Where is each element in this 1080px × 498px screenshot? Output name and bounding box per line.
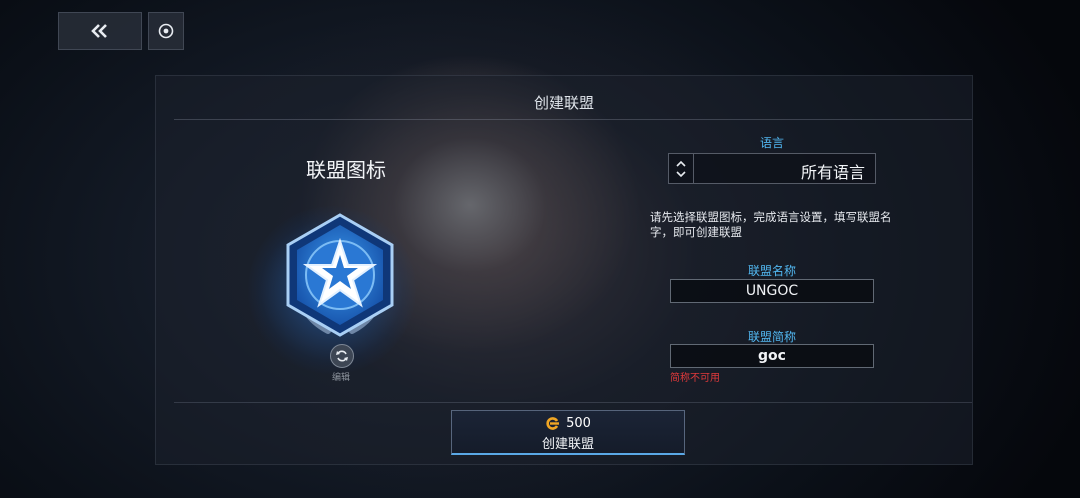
divider (174, 119, 972, 120)
instruction-text: 请先选择联盟图标，完成语言设置，填写联盟名字，即可创建联盟 (650, 210, 892, 239)
create-alliance-panel: 创建联盟 联盟图标 编辑 语言 所有语言 请先选择联盟图标，完成语言设置，填写联… (155, 75, 973, 465)
screen: 创建联盟 联盟图标 编辑 语言 所有语言 请先选择联盟图标，完成语言设置，填写联… (0, 0, 1080, 498)
target-icon (158, 23, 174, 39)
edit-emblem-button[interactable] (330, 344, 354, 368)
create-button-label: 创建联盟 (541, 437, 594, 452)
alliance-abbr-input[interactable] (670, 344, 874, 368)
language-select[interactable]: 所有语言 (668, 153, 876, 184)
alliance-name-label: 联盟名称 (747, 264, 796, 278)
coin-icon (546, 417, 560, 430)
create-alliance-button[interactable]: 500 创建联盟 (451, 410, 685, 455)
language-value: 所有语言 (800, 163, 865, 182)
refresh-icon (336, 350, 348, 362)
abbr-error-text: 简称不可用 (670, 373, 720, 384)
cost-row: 500 (452, 416, 684, 431)
recenter-button[interactable] (148, 12, 184, 50)
language-label: 语言 (759, 136, 784, 150)
alliance-emblem-icon[interactable] (270, 207, 410, 347)
divider (174, 402, 972, 403)
alliance-abbr-label: 联盟简称 (747, 330, 796, 344)
up-down-arrows-icon (669, 154, 694, 183)
emblem-title: 联盟图标 (306, 158, 386, 182)
double-chevron-left-icon (91, 24, 107, 38)
back-button[interactable] (58, 12, 142, 50)
alliance-name-input[interactable] (670, 279, 874, 303)
edit-label: 编辑 (331, 373, 350, 383)
cost-value: 500 (566, 416, 591, 431)
panel-title: 创建联盟 (533, 94, 594, 112)
